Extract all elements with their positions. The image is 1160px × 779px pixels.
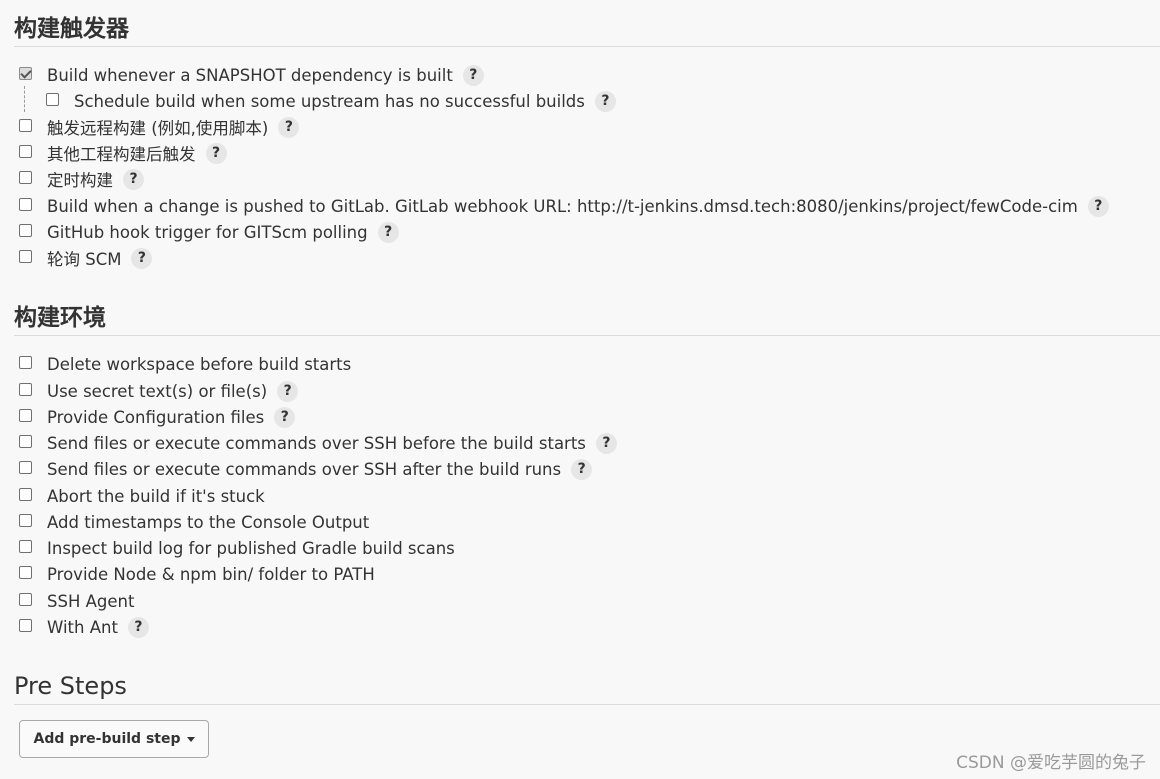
- checkbox[interactable]: [19, 197, 32, 211]
- option-gitlab-push[interactable]: Build when a change is pushed to GitLab.…: [19, 195, 1109, 217]
- checkbox[interactable]: [19, 487, 32, 501]
- help-icon[interactable]: ?: [127, 616, 149, 638]
- help-icon[interactable]: ?: [594, 90, 616, 112]
- option-label: Add timestamps to the Console Output: [47, 512, 370, 532]
- option-label: 触发远程构建 (例如,使用脚本): [47, 119, 269, 138]
- caret-down-icon: [186, 736, 195, 742]
- option-schedule-upstream[interactable]: Schedule build when some upstream has no…: [46, 90, 616, 112]
- add-pre-build-step-button[interactable]: Add pre-build step: [19, 720, 209, 758]
- option-build-after-other[interactable]: 其他工程构建后触发 ?: [19, 142, 227, 164]
- option-config-files[interactable]: Provide Configuration files ?: [19, 406, 296, 428]
- help-icon[interactable]: ?: [278, 116, 300, 138]
- option-label: Build whenever a SNAPSHOT dependency is …: [47, 65, 453, 85]
- checkbox[interactable]: [46, 92, 59, 106]
- build-environment-title: 构建环境: [14, 305, 106, 331]
- checkbox[interactable]: [19, 118, 32, 132]
- checkbox[interactable]: [19, 355, 32, 369]
- button-label: Add pre-build step: [33, 731, 181, 747]
- option-label: Delete workspace before build starts: [47, 354, 352, 374]
- option-label: 其他工程构建后触发: [47, 145, 196, 164]
- option-with-ant[interactable]: With Ant ?: [19, 616, 149, 638]
- checkbox[interactable]: [19, 249, 32, 263]
- option-ssh-before[interactable]: Send files or execute commands over SSH …: [19, 432, 617, 454]
- option-label: Send files or execute commands over SSH …: [47, 459, 562, 479]
- option-ssh-after[interactable]: Send files or execute commands over SSH …: [19, 458, 593, 480]
- tree-connector: [24, 86, 25, 112]
- option-label: 定时构建: [47, 171, 113, 190]
- option-label: Provide Node & npm bin/ folder to PATH: [47, 564, 375, 584]
- help-icon[interactable]: ?: [277, 380, 299, 402]
- option-label: Inspect build log for published Gradle b…: [47, 538, 455, 558]
- checkbox[interactable]: [19, 618, 32, 632]
- checkbox[interactable]: [19, 434, 32, 448]
- option-label: Provide Configuration files: [47, 407, 265, 427]
- checkbox[interactable]: [19, 408, 32, 422]
- build-triggers-title: 构建触发器: [14, 16, 129, 42]
- option-snapshot-dependency[interactable]: Build whenever a SNAPSHOT dependency is …: [19, 64, 484, 86]
- help-icon[interactable]: ?: [1087, 195, 1109, 217]
- watermark: CSDN @爱吃芋圆的兔子: [956, 753, 1146, 773]
- help-icon[interactable]: ?: [123, 168, 144, 190]
- option-gradle-scans[interactable]: Inspect build log for published Gradle b…: [19, 537, 455, 559]
- option-label: With Ant: [47, 617, 118, 637]
- option-build-periodically[interactable]: 定时构建 ?: [19, 168, 144, 190]
- help-icon[interactable]: ?: [462, 64, 484, 86]
- checkbox[interactable]: [19, 382, 32, 396]
- option-ssh-agent[interactable]: SSH Agent: [19, 590, 134, 612]
- option-label: Use secret text(s) or file(s): [47, 381, 268, 401]
- option-remote-trigger[interactable]: 触发远程构建 (例如,使用脚本) ?: [19, 116, 300, 138]
- help-icon[interactable]: ?: [571, 458, 593, 480]
- divider: [14, 704, 1160, 705]
- option-label: 轮询 SCM: [47, 250, 122, 269]
- option-label: SSH Agent: [47, 591, 135, 611]
- option-label: Build when a change is pushed to GitLab.…: [47, 196, 1078, 216]
- checkbox[interactable]: [19, 223, 32, 237]
- checkbox[interactable]: [19, 565, 32, 579]
- option-abort-stuck[interactable]: Abort the build if it's stuck: [19, 485, 265, 507]
- help-icon[interactable]: ?: [205, 142, 227, 164]
- option-label: Send files or execute commands over SSH …: [47, 433, 586, 453]
- help-icon[interactable]: ?: [377, 221, 399, 243]
- help-icon[interactable]: ?: [274, 406, 296, 428]
- option-label: Schedule build when some upstream has no…: [74, 91, 585, 111]
- checkbox[interactable]: [19, 66, 32, 80]
- option-github-hook[interactable]: GitHub hook trigger for GITScm polling ?: [19, 221, 399, 243]
- option-poll-scm[interactable]: 轮询 SCM ?: [19, 247, 153, 269]
- checkbox[interactable]: [19, 144, 32, 158]
- option-secret-text[interactable]: Use secret text(s) or file(s) ?: [19, 380, 299, 402]
- checkbox[interactable]: [19, 592, 32, 606]
- help-icon[interactable]: ?: [131, 247, 153, 269]
- checkbox[interactable]: [19, 170, 32, 184]
- help-icon[interactable]: ?: [595, 432, 617, 454]
- checkbox[interactable]: [19, 460, 32, 474]
- option-node-npm[interactable]: Provide Node & npm bin/ folder to PATH: [19, 563, 375, 585]
- option-label: Abort the build if it's stuck: [47, 486, 265, 506]
- option-timestamps[interactable]: Add timestamps to the Console Output: [19, 511, 369, 533]
- divider: [14, 46, 1160, 47]
- option-label: GitHub hook trigger for GITScm polling: [47, 222, 368, 242]
- option-delete-workspace[interactable]: Delete workspace before build starts: [19, 353, 351, 375]
- divider: [14, 335, 1160, 336]
- pre-steps-title: Pre Steps: [14, 672, 127, 700]
- checkbox[interactable]: [19, 539, 32, 553]
- checkbox[interactable]: [19, 513, 32, 527]
